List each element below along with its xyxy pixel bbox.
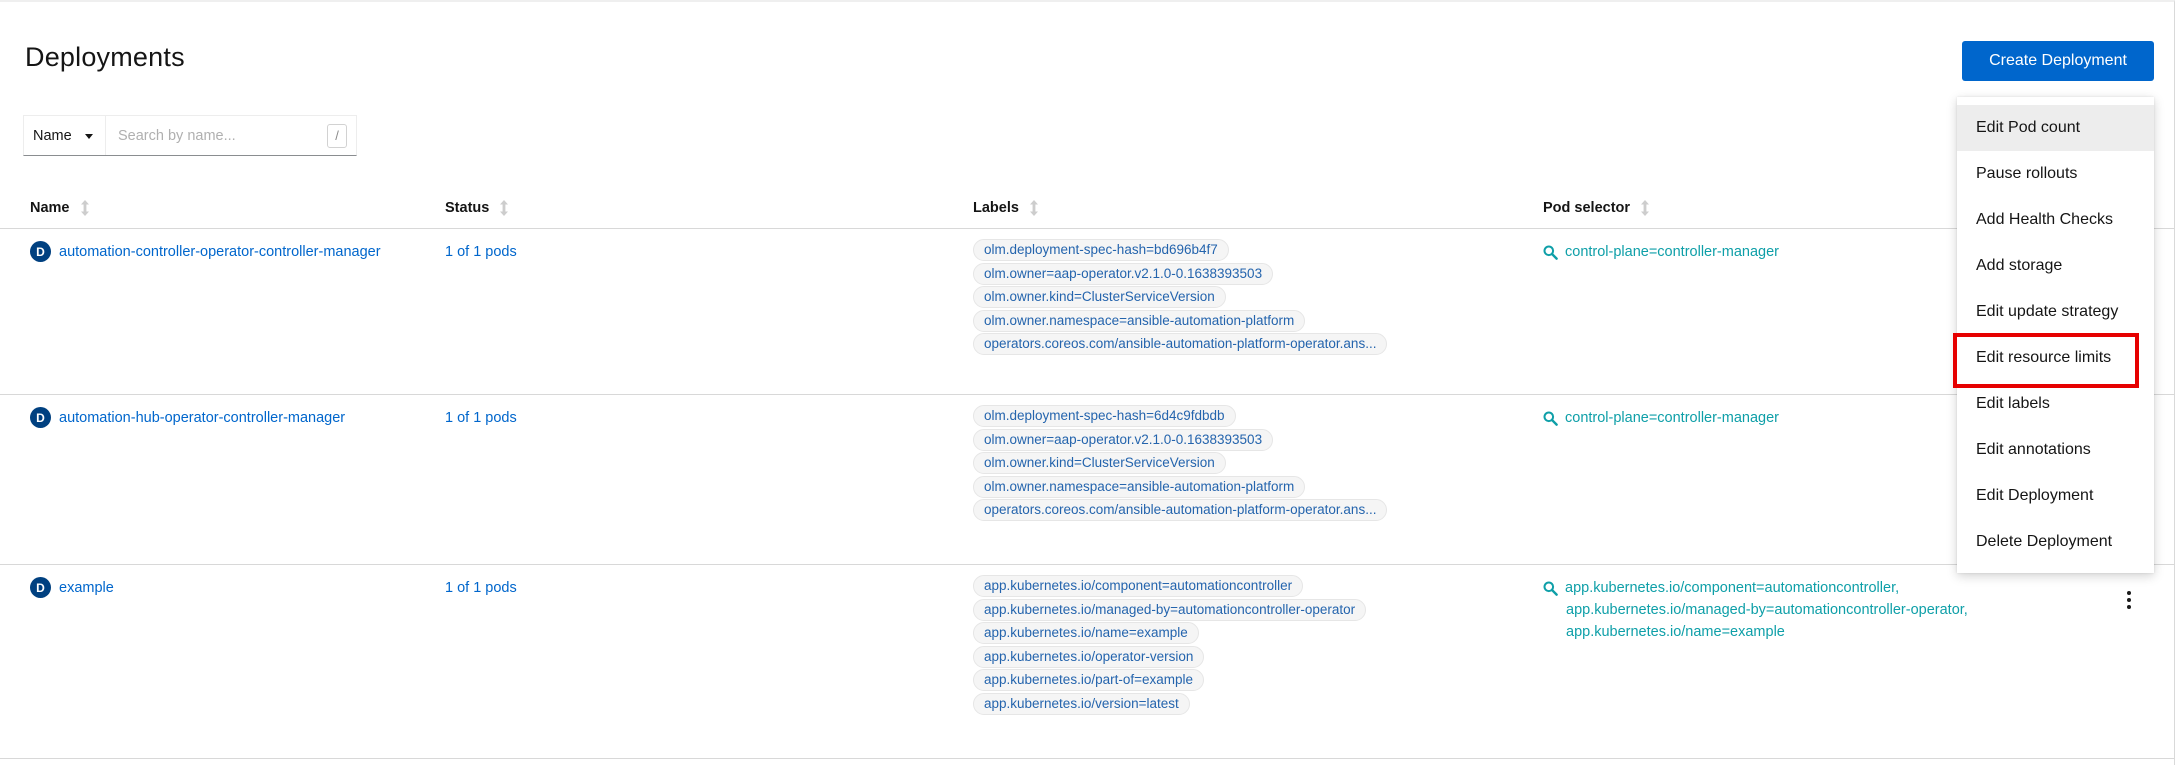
menu-item-add-health-checks[interactable]: Add Health Checks bbox=[1957, 197, 2154, 243]
slash-shortcut-badge: / bbox=[327, 124, 347, 148]
pod-selector-link[interactable]: app.kubernetes.io/component=automationco… bbox=[1565, 577, 1899, 599]
menu-item-edit-annotations[interactable]: Edit annotations bbox=[1957, 427, 2154, 473]
table-row: D automation-controller-operator-control… bbox=[0, 229, 2175, 395]
label-pill[interactable]: app.kubernetes.io/operator-version bbox=[973, 646, 1204, 668]
label-pill[interactable]: app.kubernetes.io/part-of=example bbox=[973, 669, 1204, 691]
deployments-page: Deployments Create Deployment Name / Nam… bbox=[0, 0, 2175, 765]
search-input[interactable] bbox=[106, 116, 356, 155]
sort-icon[interactable] bbox=[1640, 200, 1650, 216]
label-pill[interactable]: olm.owner=aap-operator.v2.1.0-0.16383935… bbox=[973, 263, 1273, 285]
pods-status-link[interactable]: 1 of 1 pods bbox=[445, 244, 517, 260]
magnifier-icon bbox=[1543, 245, 1558, 260]
pod-selector-link[interactable]: app.kubernetes.io/managed-by=automationc… bbox=[1543, 599, 2055, 621]
column-header-status[interactable]: Status bbox=[445, 200, 973, 228]
menu-item-pause-rollouts[interactable]: Pause rollouts bbox=[1957, 151, 2154, 197]
menu-item-edit-update-strategy[interactable]: Edit update strategy bbox=[1957, 289, 2154, 335]
search-field-wrap: / bbox=[106, 116, 356, 155]
label-pill[interactable]: olm.owner.namespace=ansible-automation-p… bbox=[973, 476, 1305, 498]
table-header-row: Name Status Labels Pod selector bbox=[0, 155, 2175, 229]
table-row: D example 1 of 1 pods app.kubernetes.io/… bbox=[0, 565, 2175, 759]
pods-status-link[interactable]: 1 of 1 pods bbox=[445, 410, 517, 426]
pod-selector-link[interactable]: app.kubernetes.io/name=example bbox=[1543, 621, 2055, 643]
actions-dropdown-menu: Edit Pod count Pause rollouts Add Health… bbox=[1957, 97, 2154, 573]
label-pill[interactable]: olm.deployment-spec-hash=6d4c9fdbdb bbox=[973, 405, 1236, 427]
create-deployment-button[interactable]: Create Deployment bbox=[1962, 41, 2154, 81]
menu-item-delete-deployment[interactable]: Delete Deployment bbox=[1957, 519, 2154, 565]
table-row: D automation-hub-operator-controller-man… bbox=[0, 395, 2175, 565]
deployments-table: Name Status Labels Pod selector D automa… bbox=[0, 155, 2175, 759]
sort-icon[interactable] bbox=[1029, 200, 1039, 216]
menu-item-edit-deployment[interactable]: Edit Deployment bbox=[1957, 473, 2154, 519]
deployment-badge: D bbox=[30, 407, 51, 428]
label-pill[interactable]: olm.owner.namespace=ansible-automation-p… bbox=[973, 310, 1305, 332]
deployment-name-link[interactable]: automation-controller-operator-controlle… bbox=[59, 241, 381, 263]
menu-item-edit-labels[interactable]: Edit labels bbox=[1957, 381, 2154, 427]
label-pill[interactable]: operators.coreos.com/ansible-automation-… bbox=[973, 499, 1387, 521]
magnifier-icon bbox=[1543, 581, 1558, 596]
filter-type-label: Name bbox=[33, 128, 72, 144]
label-pill[interactable]: olm.deployment-spec-hash=bd696b4f7 bbox=[973, 239, 1229, 261]
deployment-badge: D bbox=[30, 577, 51, 598]
sort-icon[interactable] bbox=[80, 200, 90, 216]
label-pill[interactable]: olm.owner=aap-operator.v2.1.0-0.16383935… bbox=[973, 429, 1273, 451]
pods-status-link[interactable]: 1 of 1 pods bbox=[445, 580, 517, 596]
pod-selector-link[interactable]: control-plane=controller-manager bbox=[1565, 241, 1779, 263]
label-pill[interactable]: olm.owner.kind=ClusterServiceVersion bbox=[973, 286, 1226, 308]
label-pill[interactable]: app.kubernetes.io/version=latest bbox=[973, 693, 1190, 715]
label-pill[interactable]: operators.coreos.com/ansible-automation-… bbox=[973, 333, 1387, 355]
label-pill[interactable]: app.kubernetes.io/name=example bbox=[973, 622, 1199, 644]
pod-selector-link[interactable]: control-plane=controller-manager bbox=[1565, 407, 1779, 429]
label-pill[interactable]: olm.owner.kind=ClusterServiceVersion bbox=[973, 452, 1226, 474]
column-header-name[interactable]: Name bbox=[30, 200, 445, 228]
page-title: Deployments bbox=[25, 42, 185, 73]
menu-item-edit-resource-limits[interactable]: Edit resource limits bbox=[1957, 335, 2154, 381]
label-pill[interactable]: app.kubernetes.io/managed-by=automationc… bbox=[973, 599, 1366, 621]
label-pill[interactable]: app.kubernetes.io/component=automationco… bbox=[973, 575, 1303, 597]
filter-type-dropdown[interactable]: Name bbox=[24, 116, 106, 155]
menu-item-add-storage[interactable]: Add storage bbox=[1957, 243, 2154, 289]
menu-item-edit-pod-count[interactable]: Edit Pod count bbox=[1957, 105, 2154, 151]
column-header-labels[interactable]: Labels bbox=[973, 200, 1543, 228]
deployment-name-link[interactable]: example bbox=[59, 577, 114, 599]
filter-toolbar: Name / bbox=[23, 115, 357, 156]
sort-icon[interactable] bbox=[499, 200, 509, 216]
deployment-badge: D bbox=[30, 241, 51, 262]
magnifier-icon bbox=[1543, 411, 1558, 426]
deployment-name-link[interactable]: automation-hub-operator-controller-manag… bbox=[59, 407, 345, 429]
kebab-menu-icon[interactable] bbox=[2121, 586, 2137, 614]
chevron-down-icon bbox=[85, 134, 93, 139]
